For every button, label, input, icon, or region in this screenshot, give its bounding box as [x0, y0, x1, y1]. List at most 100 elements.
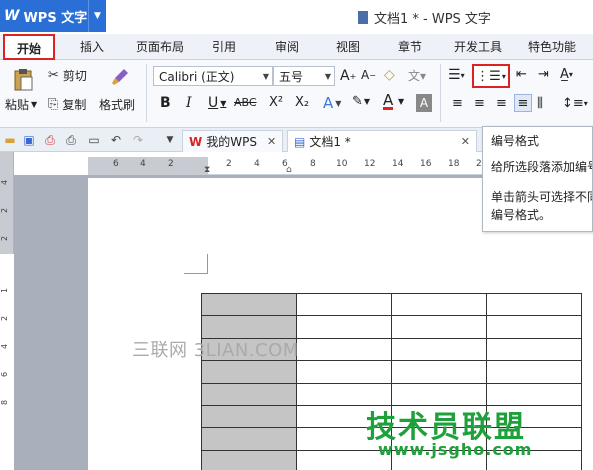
- redo-icon[interactable]: ↷: [130, 132, 146, 148]
- table-cell[interactable]: [391, 360, 487, 384]
- table-cell[interactable]: [201, 315, 297, 339]
- paste-button[interactable]: 粘贴 ▼: [5, 96, 37, 113]
- font-family-select[interactable]: Calibri (正文) ▼: [153, 66, 273, 86]
- table-cell[interactable]: [201, 449, 297, 470]
- table-cell[interactable]: [201, 427, 297, 451]
- ribbon-tabs: 开始 插入 页面布局 引用 审阅 视图 章节 开发工具 特色功能: [0, 34, 593, 60]
- table-cell[interactable]: [391, 292, 487, 317]
- table-cell[interactable]: [201, 382, 297, 406]
- page-margin-marker: [184, 254, 208, 274]
- tooltip-hint: 单击箭头可选择不同: [491, 190, 593, 204]
- close-icon[interactable]: ✕: [461, 135, 470, 148]
- watermark-sanlian: 三联网 3LIAN.COM: [132, 340, 299, 361]
- chevron-down-icon[interactable]: ▼: [88, 0, 106, 32]
- table-cell[interactable]: [391, 337, 487, 362]
- tooltip-title: 编号格式: [491, 134, 540, 148]
- chevron-down-icon: ▾: [501, 71, 506, 81]
- table-cell[interactable]: [201, 404, 297, 429]
- table-cell[interactable]: [296, 360, 392, 384]
- table-cell[interactable]: [486, 337, 582, 362]
- table-cell[interactable]: [201, 292, 297, 317]
- copy-button[interactable]: ⎘ 复制: [48, 96, 86, 113]
- shrink-font-icon[interactable]: A −: [361, 68, 376, 82]
- highlight-icon[interactable]: ✎ ▼: [352, 94, 370, 109]
- table-row: [201, 315, 582, 339]
- distributed-align-icon[interactable]: ⫼: [537, 96, 543, 111]
- table-cell[interactable]: [201, 360, 297, 384]
- clear-format-icon[interactable]: ◇: [384, 67, 395, 83]
- justify-icon[interactable]: ≡: [514, 94, 532, 112]
- close-icon[interactable]: ✕: [267, 135, 276, 148]
- indent-marker-icon[interactable]: ⧗: [204, 165, 210, 175]
- paintbrush-icon[interactable]: [108, 65, 132, 89]
- table-cell[interactable]: [296, 292, 392, 317]
- phonetic-guide-icon[interactable]: 文▾: [408, 67, 426, 84]
- customize-toolbar-icon[interactable]: ▼: [162, 132, 178, 148]
- align-left-icon[interactable]: ≡: [452, 96, 463, 111]
- app-menu-button[interactable]: W WPS 文字 ▼: [0, 0, 106, 32]
- wps-logo-icon: W: [189, 134, 203, 149]
- table-cell[interactable]: [486, 315, 582, 339]
- bold-button[interactable]: B: [160, 95, 171, 111]
- font-size-select[interactable]: 五号 ▼: [273, 66, 335, 86]
- tab-start[interactable]: 开始: [3, 34, 55, 60]
- table-cell[interactable]: [486, 292, 582, 317]
- clipboard-icon[interactable]: [8, 66, 38, 94]
- doc-tab-my-wps[interactable]: W 我的WPS ✕: [182, 130, 284, 152]
- table-cell[interactable]: [391, 315, 487, 339]
- underline-button[interactable]: U ▼: [208, 95, 226, 111]
- char-shading-icon[interactable]: A: [416, 94, 432, 112]
- align-center-icon[interactable]: ≡: [474, 96, 485, 111]
- tab-review[interactable]: 审阅: [267, 34, 307, 60]
- chevron-down-icon: ▼: [262, 71, 269, 81]
- increase-indent-icon[interactable]: ⇥: [538, 67, 549, 82]
- wps-logo-icon: W: [4, 8, 20, 24]
- numbering-button[interactable]: ⋮☰ ▾: [472, 64, 510, 88]
- tooltip-hint-cont: 编号格式。: [491, 208, 552, 222]
- table-row: [201, 292, 582, 317]
- align-right-icon[interactable]: ≡: [496, 96, 507, 111]
- divider: [440, 64, 441, 122]
- document-icon: [358, 11, 368, 24]
- watermark-url: www.jsgho.com: [378, 440, 533, 459]
- sort-text-icon[interactable]: A̲ ▾: [560, 67, 573, 82]
- tab-developer[interactable]: 开发工具: [448, 34, 508, 60]
- doc-tab-document1[interactable]: ▤ 文档1 * ✕: [287, 130, 478, 152]
- tab-page-layout[interactable]: 页面布局: [128, 34, 192, 60]
- app-name: WPS 文字: [23, 10, 88, 26]
- print-preview-icon[interactable]: ▭: [86, 132, 102, 148]
- numbered-list-icon: ⋮☰: [476, 68, 501, 84]
- line-spacing-icon[interactable]: ↕≡ ▾: [562, 96, 588, 111]
- export-pdf-icon[interactable]: ⎙: [42, 132, 58, 148]
- title-bar: W WPS 文字 ▼ 文档1 * - WPS 文字: [0, 0, 593, 34]
- text-effect-button[interactable]: A ▼: [323, 94, 341, 112]
- table-cell[interactable]: [296, 337, 392, 362]
- open-folder-icon[interactable]: ▬: [2, 132, 18, 148]
- chevron-down-icon[interactable]: ▼: [398, 97, 404, 106]
- font-color-button[interactable]: A: [383, 93, 394, 110]
- italic-button[interactable]: I: [186, 95, 192, 111]
- superscript-button[interactable]: X²: [269, 95, 283, 110]
- cut-button[interactable]: ✂ 剪切: [48, 67, 87, 84]
- window-title: 文档1 * - WPS 文字: [358, 8, 491, 27]
- tab-section[interactable]: 章节: [390, 34, 430, 60]
- undo-icon[interactable]: ↶: [108, 132, 124, 148]
- print-icon[interactable]: ⎙: [63, 132, 79, 148]
- scissors-icon: ✂: [48, 68, 59, 83]
- format-painter-button[interactable]: 格式刷: [99, 96, 135, 113]
- subscript-button[interactable]: X₂: [295, 95, 309, 110]
- table-cell[interactable]: [296, 315, 392, 339]
- grow-font-icon[interactable]: A +: [340, 68, 356, 84]
- tab-view[interactable]: 视图: [328, 34, 368, 60]
- vertical-ruler[interactable]: 4 2 2 1 2 4 6 8: [0, 152, 14, 470]
- tab-stop-icon[interactable]: ⌂: [286, 165, 292, 175]
- table-cell[interactable]: [486, 360, 582, 384]
- tab-special-features[interactable]: 特色功能: [522, 34, 582, 60]
- strikethrough-button[interactable]: ABC: [234, 96, 257, 109]
- tab-insert[interactable]: 插入: [72, 34, 112, 60]
- tab-references[interactable]: 引用: [204, 34, 244, 60]
- copy-icon: ⎘: [48, 97, 59, 112]
- bullets-icon[interactable]: ☰ ▾: [448, 67, 465, 83]
- save-icon[interactable]: ▣: [21, 132, 37, 148]
- decrease-indent-icon[interactable]: ⇤: [516, 67, 527, 82]
